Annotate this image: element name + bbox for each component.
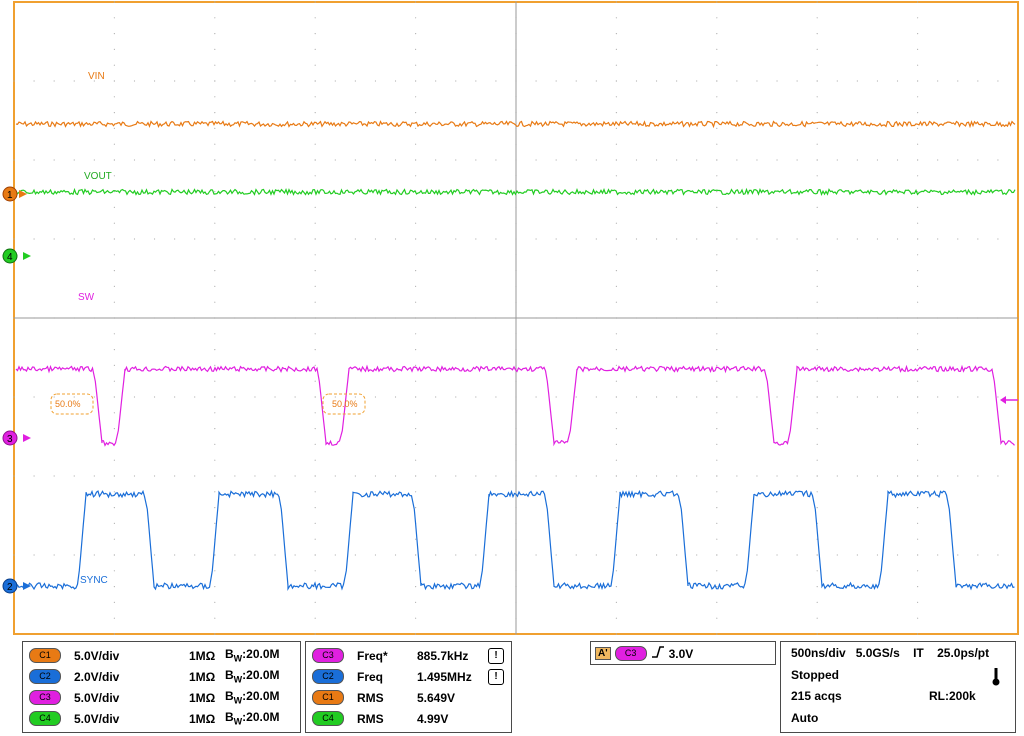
vertical-scale: 5.0V/div [74, 648, 120, 663]
channel-row[interactable]: C1 5.0V/div 1MΩ BW:20.0M [29, 645, 297, 666]
measurement-row[interactable]: C4 RMS 4.99V [312, 708, 508, 729]
timebase-panel[interactable]: 500ns/div 5.0GS/s IT 25.0ps/pt Stopped 2… [780, 641, 1016, 733]
rising-edge-icon [651, 646, 665, 661]
measurement-channel-pill: C4 [312, 711, 344, 726]
measurement-name: RMS [357, 690, 384, 705]
trigger-source-pill: C3 [614, 646, 647, 661]
vertical-scale: 5.0V/div [74, 711, 120, 726]
sync-trace-label: SYNC [80, 575, 108, 586]
channel-pill: C3 [29, 690, 61, 705]
measurement-value: 5.649V [417, 690, 456, 705]
channel-row[interactable]: C3 5.0V/div 1MΩ BW:20.0M [29, 687, 297, 708]
trigger-mode: Auto [791, 711, 819, 725]
measurement-name: RMS [357, 711, 384, 726]
cursor-label-2: 50.0% [332, 399, 358, 409]
measurement-value: 1.495MHz [417, 669, 472, 684]
vout-trace-label: VOUT [84, 171, 112, 182]
bandwidth-limit: BW:20.0M [225, 647, 280, 664]
trigger-level: 3.0V [668, 646, 694, 661]
channel-settings-panel: C1 5.0V/div 1MΩ BW:20.0M C2 2.0V/div 1MΩ BW:20.… [22, 641, 301, 733]
trigger-panel[interactable]: A' C3 3.0V [590, 641, 776, 665]
measurement-channel-pill: C2 [312, 669, 344, 684]
channel-pill: C1 [29, 648, 61, 663]
vertical-scale: 5.0V/div [74, 690, 120, 705]
acquisition-mode: IT [913, 646, 924, 660]
measurements-panel: C3 Freq* 885.7kHz! C2 Freq 1.495MHz! C1 RMS 5.64… [305, 641, 512, 733]
svg-text:4: 4 [7, 252, 13, 263]
horizontal-scale: 500ns/div [791, 646, 846, 660]
svg-text:2: 2 [7, 582, 13, 593]
measurement-warning-icon[interactable]: ! [488, 668, 504, 685]
acquisition-count: 215 acqs [791, 689, 842, 703]
measurement-row[interactable]: C1 RMS 5.649V [312, 687, 508, 708]
channel-row[interactable]: C2 2.0V/div 1MΩ BW:20.0M [29, 666, 297, 687]
channel-row[interactable]: C4 5.0V/div 1MΩ BW:20.0M [29, 708, 297, 729]
oscilloscope-screen: VIN VOUT SW SYNC 50.0% 50.0% 1 4 3 2 C1 … [0, 0, 1024, 736]
vin-trace-label: VIN [88, 71, 105, 82]
sw-trace-label: SW [78, 292, 95, 303]
channel-pill: C4 [29, 711, 61, 726]
measurement-row[interactable]: C3 Freq* 885.7kHz! [312, 645, 508, 666]
time-resolution: 25.0ps/pt [937, 646, 990, 660]
thermometer-icon [992, 668, 1000, 691]
svg-text:1: 1 [7, 190, 13, 201]
bandwidth-limit: BW:20.0M [225, 668, 280, 685]
channel-pill: C2 [29, 669, 61, 684]
measurement-name: Freq [357, 669, 384, 684]
trigger-mode-badge: A' [595, 647, 611, 660]
vertical-scale: 2.0V/div [74, 669, 120, 684]
input-impedance: 1MΩ [189, 648, 216, 663]
cursor-label-1: 50.0% [55, 399, 81, 409]
measurement-value: 885.7kHz [417, 648, 469, 663]
record-length: RL:200k [929, 689, 976, 703]
graticule [13, 1, 1019, 635]
acquisition-state: Stopped [791, 668, 839, 682]
measurement-name: Freq* [357, 648, 388, 663]
input-impedance: 1MΩ [189, 690, 216, 705]
input-impedance: 1MΩ [189, 669, 216, 684]
measurement-value: 4.99V [417, 711, 449, 726]
sample-rate: 5.0GS/s [855, 646, 900, 660]
svg-text:3: 3 [7, 434, 13, 445]
measurement-channel-pill: C3 [312, 648, 344, 663]
measurement-row[interactable]: C2 Freq 1.495MHz! [312, 666, 508, 687]
waveform-display: VIN VOUT SW SYNC 50.0% 50.0% 1 4 3 2 [2, 1, 1019, 635]
bandwidth-limit: BW:20.0M [225, 689, 280, 706]
input-impedance: 1MΩ [189, 711, 216, 726]
measurement-channel-pill: C1 [312, 690, 344, 705]
bandwidth-limit: BW:20.0M [225, 710, 280, 727]
measurement-warning-icon[interactable]: ! [488, 647, 504, 664]
